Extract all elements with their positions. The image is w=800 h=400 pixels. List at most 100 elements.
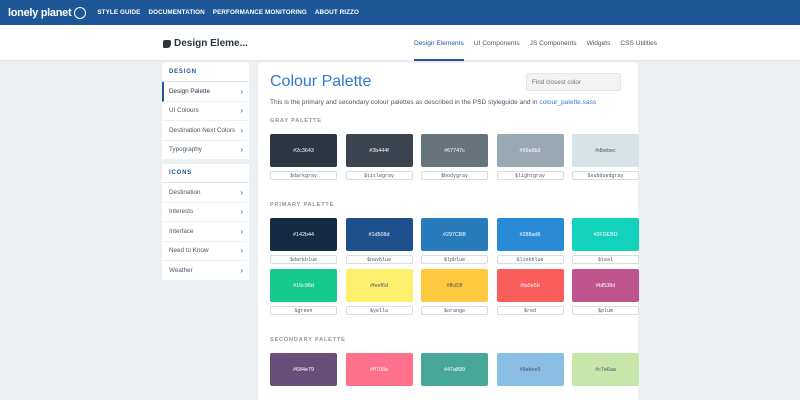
color-swatch[interactable]: #feef6d $yella (345, 269, 413, 315)
sidebar-item-label: Destination (169, 188, 201, 196)
tab-js-components[interactable]: JS Components (530, 25, 577, 61)
swatch-variable-name: $red (496, 306, 564, 315)
color-swatch[interactable]: #47a899 (421, 353, 488, 386)
sidebar-item-design-palette[interactable]: Design Palette › (162, 82, 249, 102)
swatch-chip: #297CBB (421, 218, 488, 251)
chevron-right-icon: › (240, 207, 243, 217)
colour-palette-sass-link[interactable]: colour_palette.sass (539, 99, 596, 106)
swatch-variable-name: $plum (572, 306, 639, 315)
sidebar-item-destination-next-colors[interactable]: Destination Next Colors › (162, 121, 249, 141)
color-swatch[interactable]: #0FDEBD $teal (572, 218, 639, 264)
chevron-right-icon: › (240, 246, 243, 256)
gray-palette-row: #2c3643 $darkgray #3b444f $titlegray #67747c… (270, 134, 639, 180)
sidebar-item-typography[interactable]: Typography › (162, 141, 249, 160)
swatch-chip: #47a899 (421, 353, 488, 386)
tab-ui-components[interactable]: UI Components (474, 25, 520, 61)
color-swatch[interactable]: #c7e6aa (572, 353, 639, 386)
description-text: This is the primary and secondary colour… (270, 99, 540, 106)
chevron-right-icon: › (240, 145, 243, 155)
color-swatch[interactable]: #67747c $bodygray (421, 134, 488, 180)
swatch-chip: #fa5e5b (496, 269, 564, 302)
section-header-bar: Design Eleme... Design Elements UI Compo… (0, 25, 800, 61)
lonely-planet-logo[interactable]: lonely planet (8, 6, 87, 19)
swatch-chip: #16c98d (270, 269, 337, 302)
sidebar-item-label: Destination Next Colors (169, 126, 236, 134)
primary-palette-row: #142b44 $darkblue #1d508d $navblue #297CBB $l… (270, 218, 639, 264)
sidebar-item-label: UI Colours (169, 107, 199, 115)
color-swatch[interactable]: #288ad6 $linkblue (496, 218, 564, 264)
color-swatch[interactable]: #16c98d $green (270, 269, 337, 315)
sidebar-item-interests[interactable]: Interests › (162, 203, 249, 222)
swatch-chip: #ffc83f (421, 269, 488, 302)
primary-palette-row: #16c98d $green #feef6d $yella #ffc83f $orange… (270, 269, 639, 315)
color-swatch[interactable]: #297CBB $lpblue (421, 218, 488, 264)
chevron-right-icon: › (240, 187, 243, 197)
swatch-chip: #99a9b3 (496, 134, 564, 167)
sidebar-item-need-to-know[interactable]: Need to Know › (162, 242, 249, 261)
swatch-chip: #ff708a (345, 353, 413, 386)
chevron-right-icon: › (240, 226, 243, 236)
sidebar-item-destination[interactable]: Destination › (162, 183, 249, 203)
color-swatch[interactable]: #fa5e5b $red (496, 269, 564, 315)
swatch-variable-name: $bodygray (421, 171, 488, 180)
page-description: This is the primary and secondary colour… (270, 99, 596, 106)
swatch-variable-name: $darkblue (270, 255, 337, 264)
main-content: Colour Palette This is the primary and s… (258, 63, 639, 400)
swatch-chip: #bf538d (572, 269, 639, 302)
color-swatch[interactable]: #142b44 $darkblue (270, 218, 337, 264)
swatch-chip: #1d508d (345, 218, 413, 251)
color-swatch[interactable]: #dbebec $subduedgray (572, 134, 639, 180)
color-swatch[interactable]: #1d508d $navblue (345, 218, 413, 264)
swatch-variable-name: $lpblue (421, 255, 488, 264)
sidebar-item-ui-colours[interactable]: UI Colours › (162, 102, 249, 121)
section-brand[interactable]: Design Eleme... (163, 38, 248, 49)
swatch-chip: #c7e6aa (572, 353, 639, 386)
sidebar-item-label: Weather (169, 266, 193, 274)
swatch-variable-name: $yella (345, 306, 413, 315)
logo-text: lonely planet (8, 6, 72, 19)
color-search-input[interactable] (526, 73, 621, 91)
swatch-chip: #3b444f (345, 134, 413, 167)
page-title: Colour Palette (270, 73, 372, 90)
chevron-right-icon: › (240, 106, 243, 116)
sidebar-item-label: Design Palette (169, 87, 210, 95)
swatch-variable-name: $lightgray (496, 171, 564, 180)
nav-about-rizzo[interactable]: ABOUT RIZZO (315, 9, 359, 16)
section-brand-label: Design Eleme... (174, 38, 248, 49)
nav-style-guide[interactable]: STYLE GUIDE (97, 9, 140, 16)
sidebar-group-icons: ICONS Destination › Interests › Interface ›… (162, 164, 249, 281)
color-swatch[interactable]: #8abee5 (496, 353, 564, 386)
sidebar-item-weather[interactable]: Weather › (162, 261, 249, 281)
swatch-variable-name: $navblue (345, 255, 413, 264)
color-swatch[interactable]: #684e79 (270, 353, 337, 386)
color-swatch[interactable]: #bf538d $plum (572, 269, 639, 315)
swatch-chip: #dbebec (572, 134, 639, 167)
globe-icon (74, 6, 87, 19)
color-swatch[interactable]: #ffc83f $orange (421, 269, 488, 315)
tab-design-elements[interactable]: Design Elements (414, 25, 464, 61)
color-swatch[interactable]: #ff708a (345, 353, 413, 386)
sidebar-item-interface[interactable]: Interface › (162, 222, 249, 242)
nav-performance-monitoring[interactable]: PERFORMANCE MONITORING (213, 9, 307, 16)
secondary-palette-heading: SECONDARY PALETTE (270, 337, 346, 343)
swatch-variable-name: $subduedgray (572, 171, 639, 180)
color-swatch[interactable]: #3b444f $titlegray (345, 134, 413, 180)
swatch-chip: #feef6d (345, 269, 413, 302)
color-swatch[interactable]: #2c3643 $darkgray (270, 134, 337, 180)
color-swatch[interactable]: #99a9b3 $lightgray (496, 134, 564, 180)
chevron-right-icon: › (240, 265, 243, 275)
swatch-chip: #684e79 (270, 353, 337, 386)
swatch-chip: #8abee5 (496, 353, 564, 386)
nav-documentation[interactable]: DOCUMENTATION (148, 9, 204, 16)
tab-css-utilities[interactable]: CSS Utilities (620, 25, 657, 61)
gray-palette-heading: GRAY PALETTE (270, 118, 322, 124)
swatch-chip: #0FDEBD (572, 218, 639, 251)
chevron-right-icon: › (240, 86, 243, 96)
swatch-variable-name: $teal (572, 255, 639, 264)
design-elements-icon (163, 39, 171, 48)
sidebar-heading-icons: ICONS (162, 164, 249, 183)
chevron-right-icon: › (240, 125, 243, 135)
sidebar-group-design: DESIGN Design Palette › UI Colours › Desti… (162, 63, 249, 160)
tab-widgets[interactable]: Widgets (587, 25, 611, 61)
sidebar-item-label: Interests (169, 208, 194, 216)
